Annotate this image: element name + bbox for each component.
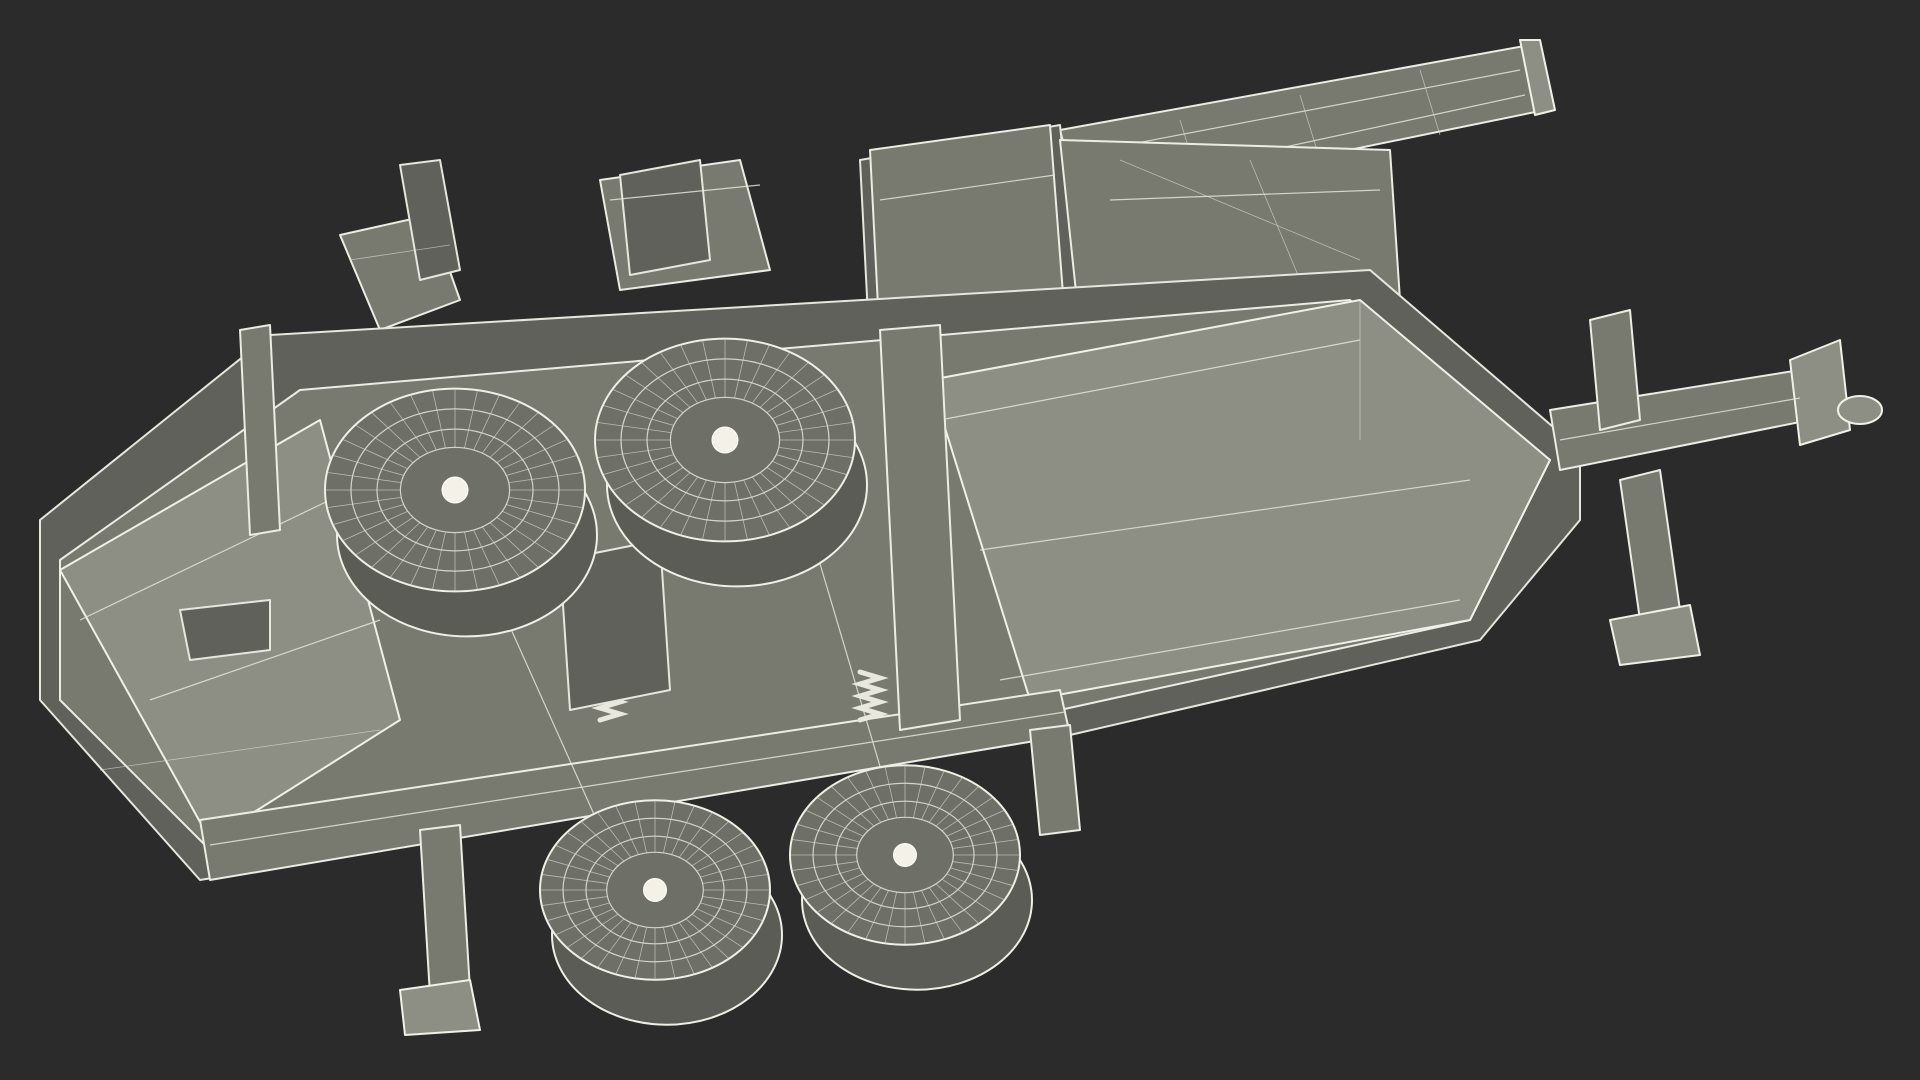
- tire-4: [789, 764, 1033, 991]
- tire-1: [324, 387, 598, 638]
- tire-2: [594, 337, 868, 588]
- tire-hub: [441, 476, 469, 504]
- tire-hub: [711, 426, 739, 454]
- trailer-model-render: [39, 39, 1883, 1036]
- 3d-viewport[interactable]: [0, 0, 1920, 1080]
- tire-hub: [893, 843, 917, 867]
- tire-hub: [643, 878, 667, 902]
- operator-seats: [339, 159, 771, 331]
- tire-3: [539, 799, 783, 1026]
